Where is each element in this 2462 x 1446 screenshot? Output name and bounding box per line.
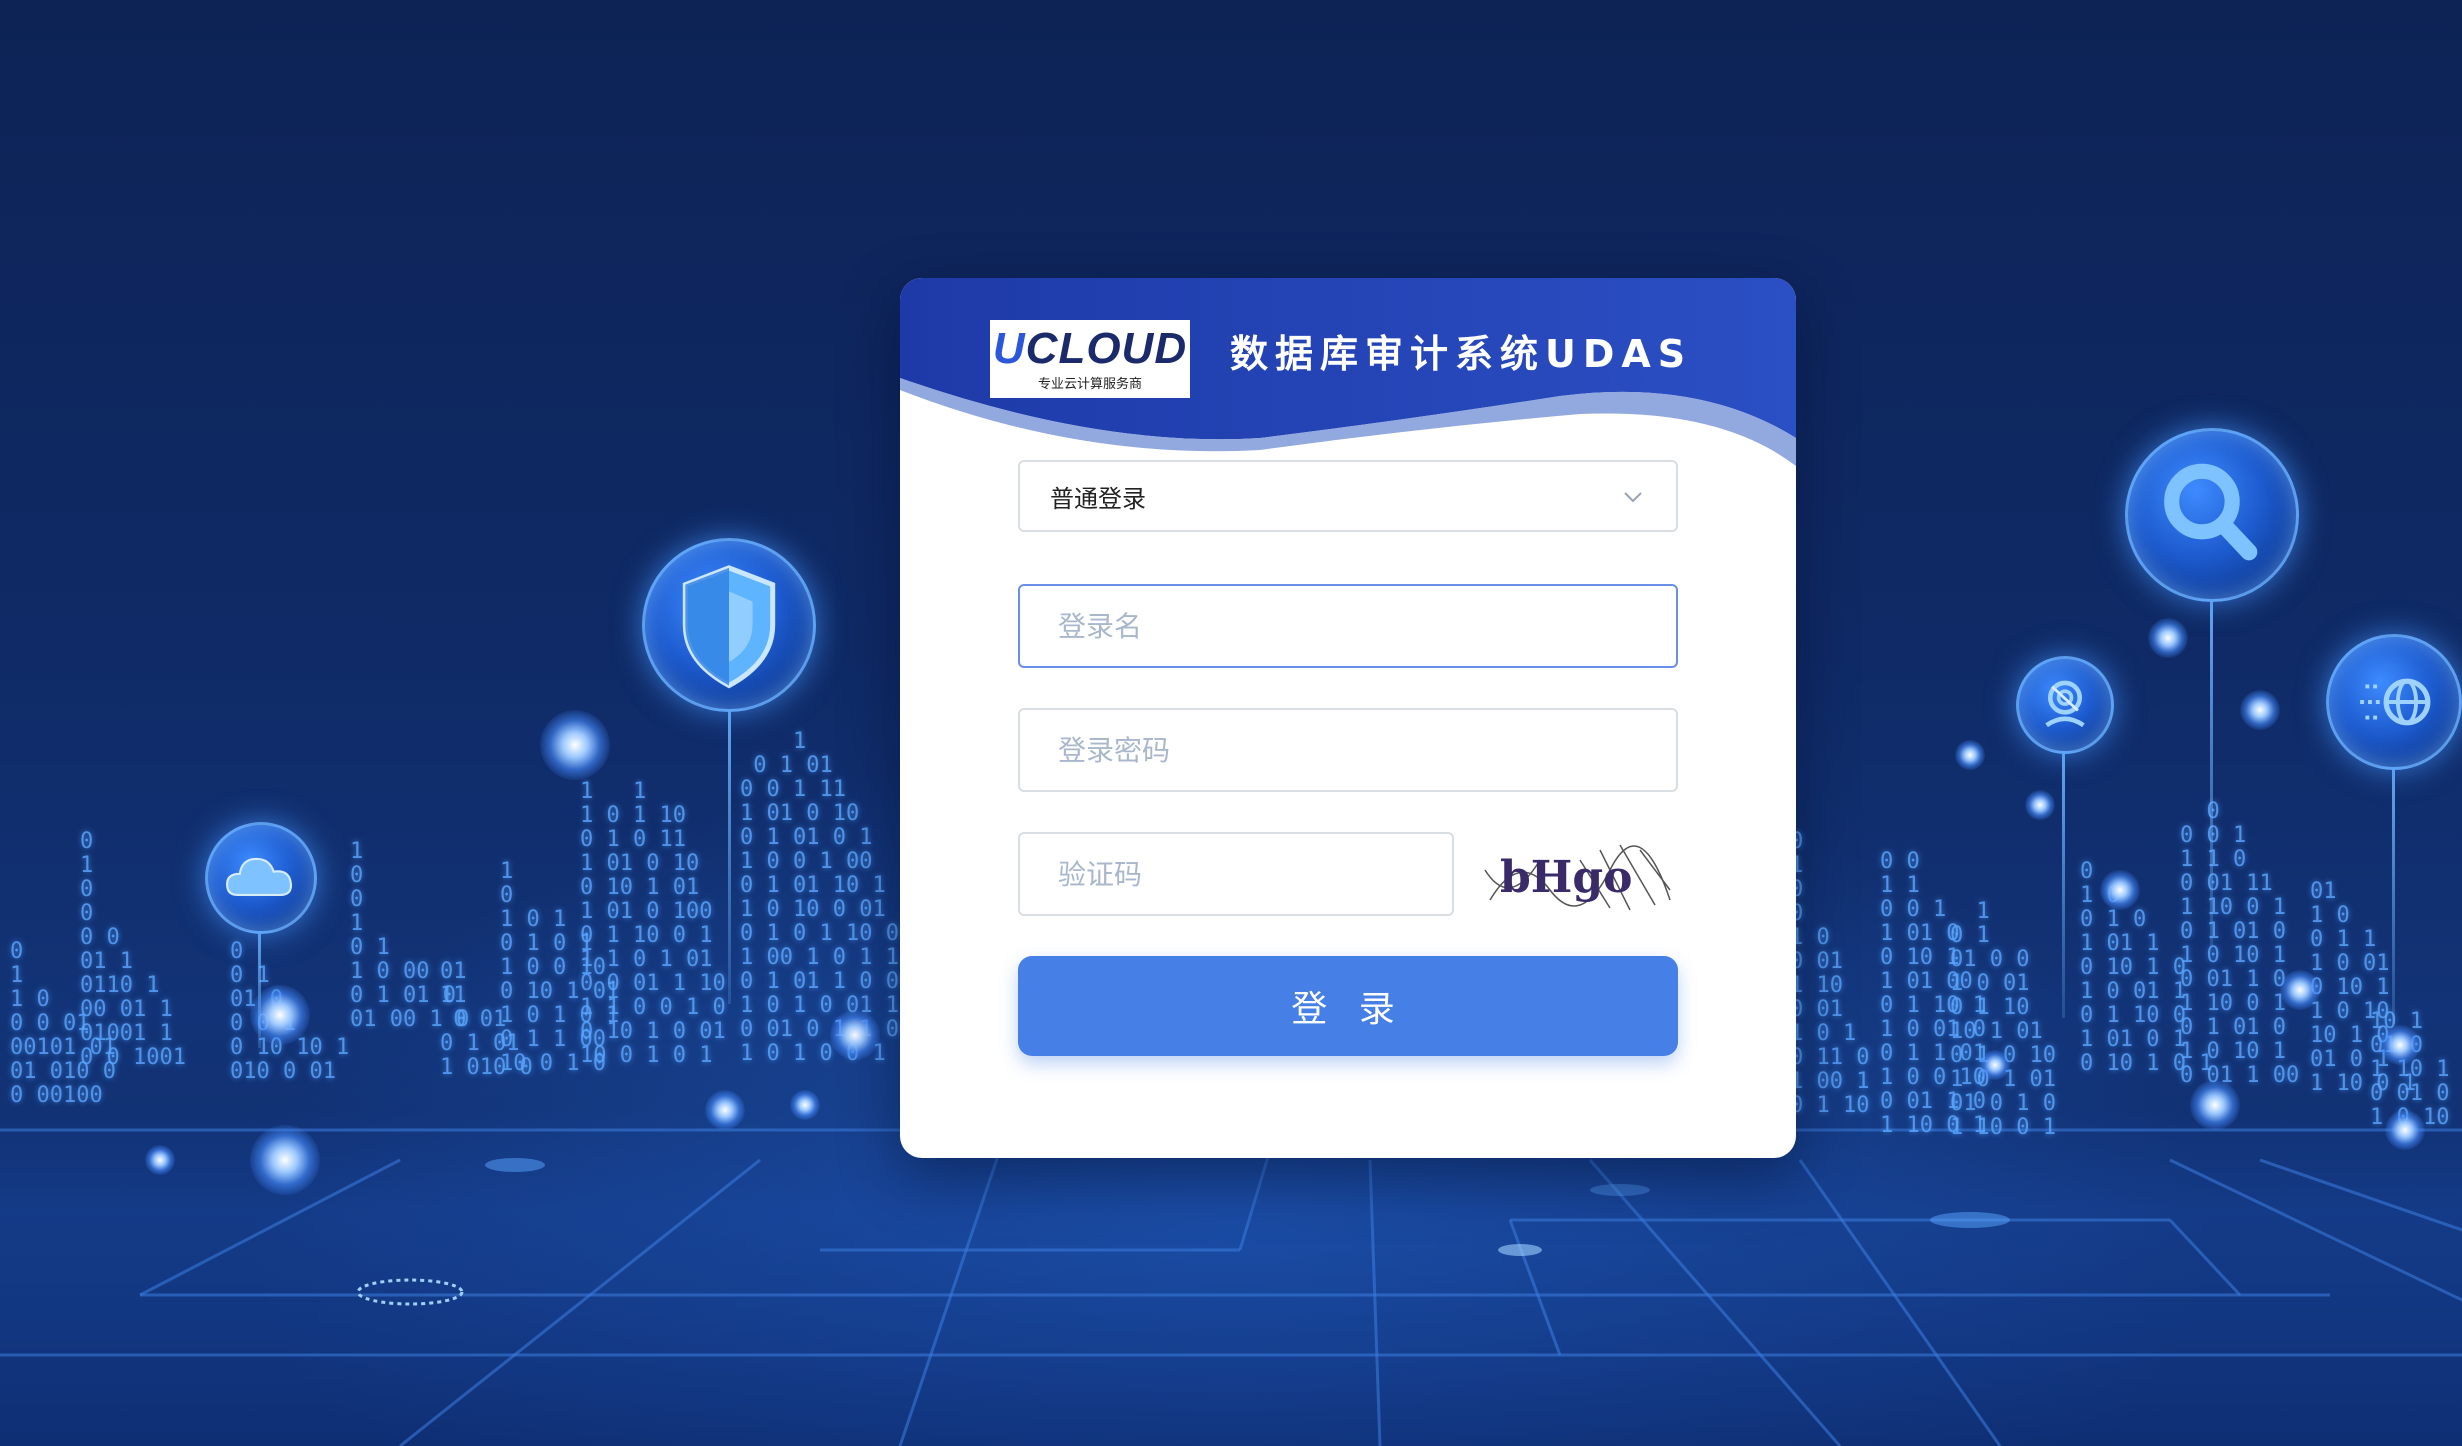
glow-dot — [2025, 790, 2055, 820]
glow-dot — [2240, 690, 2280, 730]
glow-dot — [1980, 1050, 2010, 1080]
glow-dot — [1955, 740, 1985, 770]
glow-dot — [705, 1090, 745, 1130]
magnifier-orb — [2125, 428, 2299, 602]
binary-column: 0 1 0 0 1 0 0 01 1 10 0 01 1 0 1 0 11 0 … — [1790, 829, 1870, 1118]
password-field[interactable] — [1018, 708, 1678, 792]
glow-dot — [2280, 970, 2320, 1010]
glow-dot — [250, 1125, 320, 1195]
username-field[interactable] — [1018, 584, 1678, 668]
captcha-text: bHgo — [1500, 852, 1632, 903]
glow-dot — [145, 1145, 175, 1175]
fingerprint-orb — [2016, 656, 2114, 754]
globe-orb — [2326, 634, 2462, 770]
password-input[interactable] — [1020, 710, 1676, 790]
orb-stem — [728, 704, 731, 1004]
binary-column: 1 1 1 0 1 10 0 1 0 11 1 01 0 10 0 10 1 0… — [580, 779, 726, 1068]
binary-column: 1 0 1 01 0 0 1 0 01 0 1 10 10 1 01 0 1 0… — [1950, 899, 2056, 1140]
logo-letters: CLOUD — [1025, 323, 1188, 373]
binary-column: 0 0 0 1 1 1 0 0 01 11 1 10 0 1 0 1 01 0 … — [2180, 799, 2300, 1088]
orb-stem — [2392, 764, 2395, 1024]
login-type-select[interactable]: 普通登录 — [1018, 460, 1678, 532]
ucloud-logo: UCLOUD 专业云计算服务商 — [990, 320, 1190, 398]
card-header: UCLOUD 专业云计算服务商 数据库审计系统UDAS — [900, 278, 1796, 468]
login-button[interactable]: 登 录 — [1018, 956, 1678, 1056]
glow-dot — [830, 1010, 880, 1060]
glow-dot — [2190, 1080, 2240, 1130]
orb-stem — [2062, 748, 2065, 1018]
globe-icon — [2360, 678, 2431, 726]
shield-icon — [682, 565, 776, 689]
binary-column: 1 0 1 01 0 0 1 11 1 01 0 10 0 1 01 0 1 1… — [740, 729, 899, 1066]
glow-dot — [2148, 618, 2188, 658]
logo-wordmark: UCLOUD — [992, 323, 1188, 373]
username-input[interactable] — [1020, 586, 1676, 666]
logo-letter-u: U — [992, 323, 1026, 373]
login-page: 0 1 1 0 0 0 01 00101 01 01 010 0 0 00100… — [0, 0, 2462, 1446]
login-card: UCLOUD 专业云计算服务商 数据库审计系统UDAS 普通登录 登录名 验证码… — [900, 278, 1796, 1158]
cloud-orb — [205, 822, 317, 934]
binary-column: 0 1 0 0 0 0 01 1 0110 1 00 01 1 01001 1 … — [80, 829, 186, 1070]
chevron-down-icon — [1624, 492, 1642, 503]
shield-orb — [642, 538, 816, 712]
captcha-input[interactable] — [1020, 834, 1452, 914]
orb-stem — [258, 928, 261, 1048]
glow-dot — [2380, 1025, 2420, 1065]
cloud-icon — [226, 857, 293, 897]
captcha-field[interactable] — [1018, 832, 1454, 916]
glow-dot — [540, 710, 610, 780]
fingerprint-icon — [2045, 680, 2085, 728]
orb-stem — [2210, 596, 2213, 946]
magnifier-icon — [2164, 463, 2258, 561]
captcha-image[interactable]: bHgo — [1480, 830, 1680, 918]
login-type-value: 普通登录 — [1050, 484, 1146, 513]
glow-dot — [2385, 1110, 2425, 1150]
glow-dot — [790, 1090, 820, 1120]
glow-dot — [2100, 870, 2140, 910]
app-title: 数据库审计系统UDAS — [1230, 332, 1693, 376]
logo-tagline: 专业云计算服务商 — [1037, 376, 1142, 392]
